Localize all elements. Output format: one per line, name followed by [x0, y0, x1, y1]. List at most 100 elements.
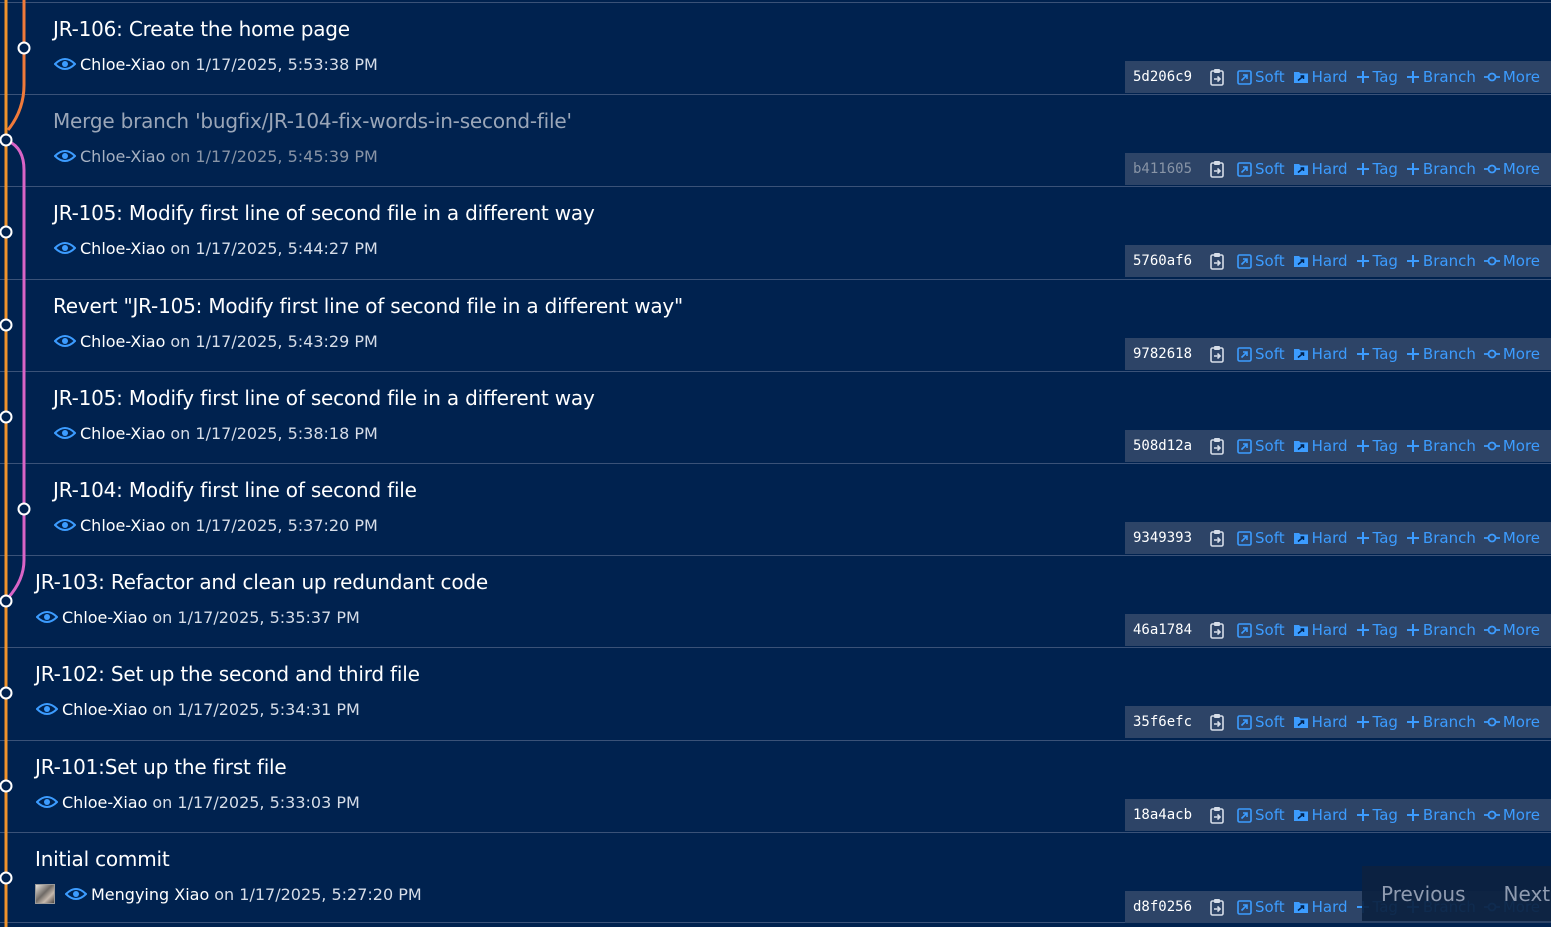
- commit-author[interactable]: Chloe-Xiao: [80, 516, 165, 535]
- add-branch-button[interactable]: Branch: [1406, 713, 1476, 731]
- commit-row[interactable]: JR-103: Refactor and clean up redundant …: [0, 555, 1551, 646]
- hard-reset-button[interactable]: Hard: [1293, 437, 1348, 455]
- commit-author[interactable]: Chloe-Xiao: [80, 424, 165, 443]
- soft-reset-button[interactable]: Soft: [1237, 529, 1285, 547]
- next-button[interactable]: Next: [1504, 882, 1551, 906]
- eye-icon[interactable]: [65, 887, 87, 901]
- add-tag-button[interactable]: Tag: [1356, 621, 1398, 639]
- add-branch-button[interactable]: Branch: [1406, 160, 1476, 178]
- commit-author[interactable]: Chloe-Xiao: [62, 700, 147, 719]
- add-tag-button[interactable]: Tag: [1356, 713, 1398, 731]
- soft-reset-button[interactable]: Soft: [1237, 160, 1285, 178]
- commit-title[interactable]: JR-105: Modify first line of second file…: [53, 386, 595, 410]
- add-branch-button[interactable]: Branch: [1406, 529, 1476, 547]
- commit-row[interactable]: JR-105: Modify first line of second file…: [0, 186, 1551, 277]
- commit-hash[interactable]: 35f6efc: [1133, 714, 1201, 730]
- hard-reset-button[interactable]: Hard: [1293, 68, 1348, 86]
- commit-author[interactable]: Chloe-Xiao: [80, 332, 165, 351]
- soft-reset-button[interactable]: Soft: [1237, 621, 1285, 639]
- clipboard-copy-icon[interactable]: [1209, 68, 1225, 86]
- eye-icon[interactable]: [36, 795, 58, 809]
- clipboard-copy-icon[interactable]: [1209, 252, 1225, 270]
- commit-author[interactable]: Chloe-Xiao: [62, 793, 147, 812]
- previous-button[interactable]: Previous: [1381, 882, 1466, 906]
- commit-title[interactable]: JR-102: Set up the second and third file: [35, 662, 420, 686]
- commit-author[interactable]: Chloe-Xiao: [80, 55, 165, 74]
- soft-reset-button[interactable]: Soft: [1237, 806, 1285, 824]
- hard-reset-button[interactable]: Hard: [1293, 806, 1348, 824]
- add-branch-button[interactable]: Branch: [1406, 621, 1476, 639]
- add-tag-button[interactable]: Tag: [1356, 345, 1398, 363]
- commit-author[interactable]: Chloe-Xiao: [80, 239, 165, 258]
- commit-title[interactable]: JR-101:Set up the first file: [35, 755, 287, 779]
- hard-reset-button[interactable]: Hard: [1293, 621, 1348, 639]
- soft-reset-button[interactable]: Soft: [1237, 345, 1285, 363]
- add-tag-button[interactable]: Tag: [1356, 252, 1398, 270]
- more-button[interactable]: More: [1483, 621, 1540, 639]
- commit-title[interactable]: JR-105: Modify first line of second file…: [53, 201, 595, 225]
- add-branch-button[interactable]: Branch: [1406, 345, 1476, 363]
- soft-reset-button[interactable]: Soft: [1237, 68, 1285, 86]
- commit-row[interactable]: JR-105: Modify first line of second file…: [0, 371, 1551, 462]
- soft-reset-button[interactable]: Soft: [1237, 898, 1285, 916]
- eye-icon[interactable]: [54, 149, 76, 163]
- commit-hash[interactable]: 46a1784: [1133, 622, 1201, 638]
- eye-icon[interactable]: [54, 334, 76, 348]
- add-branch-button[interactable]: Branch: [1406, 806, 1476, 824]
- commit-hash[interactable]: d8f0256: [1133, 899, 1201, 915]
- eye-icon[interactable]: [54, 426, 76, 440]
- more-button[interactable]: More: [1483, 529, 1540, 547]
- eye-icon[interactable]: [36, 610, 58, 624]
- eye-icon[interactable]: [36, 702, 58, 716]
- add-branch-button[interactable]: Branch: [1406, 68, 1476, 86]
- soft-reset-button[interactable]: Soft: [1237, 713, 1285, 731]
- eye-icon[interactable]: [54, 241, 76, 255]
- hard-reset-button[interactable]: Hard: [1293, 529, 1348, 547]
- add-branch-button[interactable]: Branch: [1406, 252, 1476, 270]
- commit-title[interactable]: Merge branch 'bugfix/JR-104-fix-words-in…: [53, 109, 572, 133]
- commit-row[interactable]: Merge branch 'bugfix/JR-104-fix-words-in…: [0, 94, 1551, 185]
- more-button[interactable]: More: [1483, 437, 1540, 455]
- commit-row[interactable]: Initial commit Mengying Xiao on 1/17/202…: [0, 832, 1551, 923]
- commit-row[interactable]: JR-104: Modify first line of second file…: [0, 463, 1551, 554]
- commit-title[interactable]: Revert "JR-105: Modify first line of sec…: [53, 294, 683, 318]
- commit-hash[interactable]: 508d12a: [1133, 438, 1201, 454]
- add-tag-button[interactable]: Tag: [1356, 160, 1398, 178]
- hard-reset-button[interactable]: Hard: [1293, 160, 1348, 178]
- commit-row[interactable]: JR-106: Create the home page Chloe-Xiao …: [0, 2, 1551, 93]
- clipboard-copy-icon[interactable]: [1209, 529, 1225, 547]
- more-button[interactable]: More: [1483, 806, 1540, 824]
- hard-reset-button[interactable]: Hard: [1293, 252, 1348, 270]
- commit-title[interactable]: JR-103: Refactor and clean up redundant …: [35, 570, 488, 594]
- clipboard-copy-icon[interactable]: [1209, 713, 1225, 731]
- commit-row[interactable]: JR-102: Set up the second and third file…: [0, 647, 1551, 738]
- commit-row[interactable]: Revert "JR-105: Modify first line of sec…: [0, 279, 1551, 370]
- hard-reset-button[interactable]: Hard: [1293, 898, 1348, 916]
- hard-reset-button[interactable]: Hard: [1293, 345, 1348, 363]
- commit-title[interactable]: JR-104: Modify first line of second file: [53, 478, 417, 502]
- add-branch-button[interactable]: Branch: [1406, 437, 1476, 455]
- soft-reset-button[interactable]: Soft: [1237, 252, 1285, 270]
- commit-author[interactable]: Mengying Xiao: [91, 885, 209, 904]
- commit-author[interactable]: Chloe-Xiao: [80, 147, 165, 166]
- commit-hash[interactable]: 18a4acb: [1133, 807, 1201, 823]
- soft-reset-button[interactable]: Soft: [1237, 437, 1285, 455]
- commit-title[interactable]: JR-106: Create the home page: [53, 17, 350, 41]
- commit-hash[interactable]: 9782618: [1133, 346, 1201, 362]
- eye-icon[interactable]: [54, 518, 76, 532]
- clipboard-copy-icon[interactable]: [1209, 345, 1225, 363]
- more-button[interactable]: More: [1483, 252, 1540, 270]
- more-button[interactable]: More: [1483, 345, 1540, 363]
- add-tag-button[interactable]: Tag: [1356, 529, 1398, 547]
- clipboard-copy-icon[interactable]: [1209, 898, 1225, 916]
- commit-hash[interactable]: 5760af6: [1133, 253, 1201, 269]
- commit-hash[interactable]: 9349393: [1133, 530, 1201, 546]
- clipboard-copy-icon[interactable]: [1209, 160, 1225, 178]
- commit-row[interactable]: JR-101:Set up the first file Chloe-Xiao …: [0, 740, 1551, 831]
- commit-title[interactable]: Initial commit: [35, 847, 170, 871]
- eye-icon[interactable]: [54, 57, 76, 71]
- more-button[interactable]: More: [1483, 68, 1540, 86]
- clipboard-copy-icon[interactable]: [1209, 437, 1225, 455]
- clipboard-copy-icon[interactable]: [1209, 621, 1225, 639]
- hard-reset-button[interactable]: Hard: [1293, 713, 1348, 731]
